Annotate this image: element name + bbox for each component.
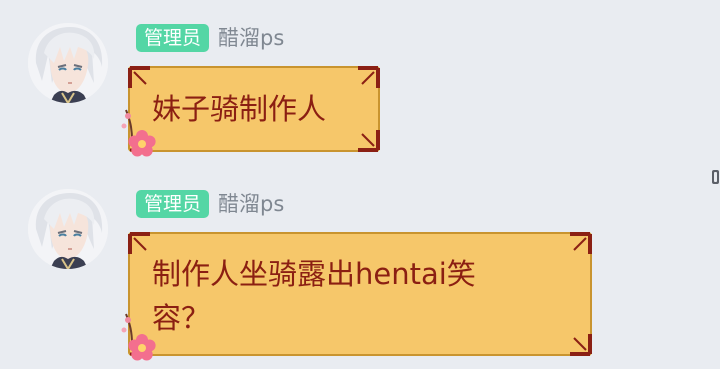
white-haired-anime-boy-avatar-icon <box>28 189 108 269</box>
message-text: 制作人坐骑露出hentai笑 容？ <box>152 252 476 340</box>
message-bubble[interactable]: 妹子骑制作人 <box>121 66 380 157</box>
message-text-line: 容？ <box>152 301 211 335</box>
sender-info: 管理员 醋溜ps <box>136 190 284 218</box>
sender-nickname[interactable]: 醋溜ps <box>218 24 284 52</box>
plum-blossom-icon <box>121 109 156 157</box>
plum-blossom-icon <box>121 313 156 361</box>
avatar[interactable] <box>28 189 108 269</box>
message-text-line: 制作人坐骑露出hentai笑 <box>152 257 476 291</box>
avatar[interactable] <box>28 23 108 103</box>
white-haired-anime-boy-avatar-icon <box>28 23 108 103</box>
role-badge: 管理员 <box>136 190 210 218</box>
message-bubble[interactable]: 制作人坐骑露出hentai笑 容？ <box>121 232 592 361</box>
edge-scroll-tab-icon[interactable] <box>711 170 720 184</box>
role-badge: 管理员 <box>136 24 210 52</box>
message-text: 妹子骑制作人 <box>152 92 327 126</box>
sender-info: 管理员 醋溜ps <box>136 24 284 52</box>
sender-nickname[interactable]: 醋溜ps <box>218 190 284 218</box>
